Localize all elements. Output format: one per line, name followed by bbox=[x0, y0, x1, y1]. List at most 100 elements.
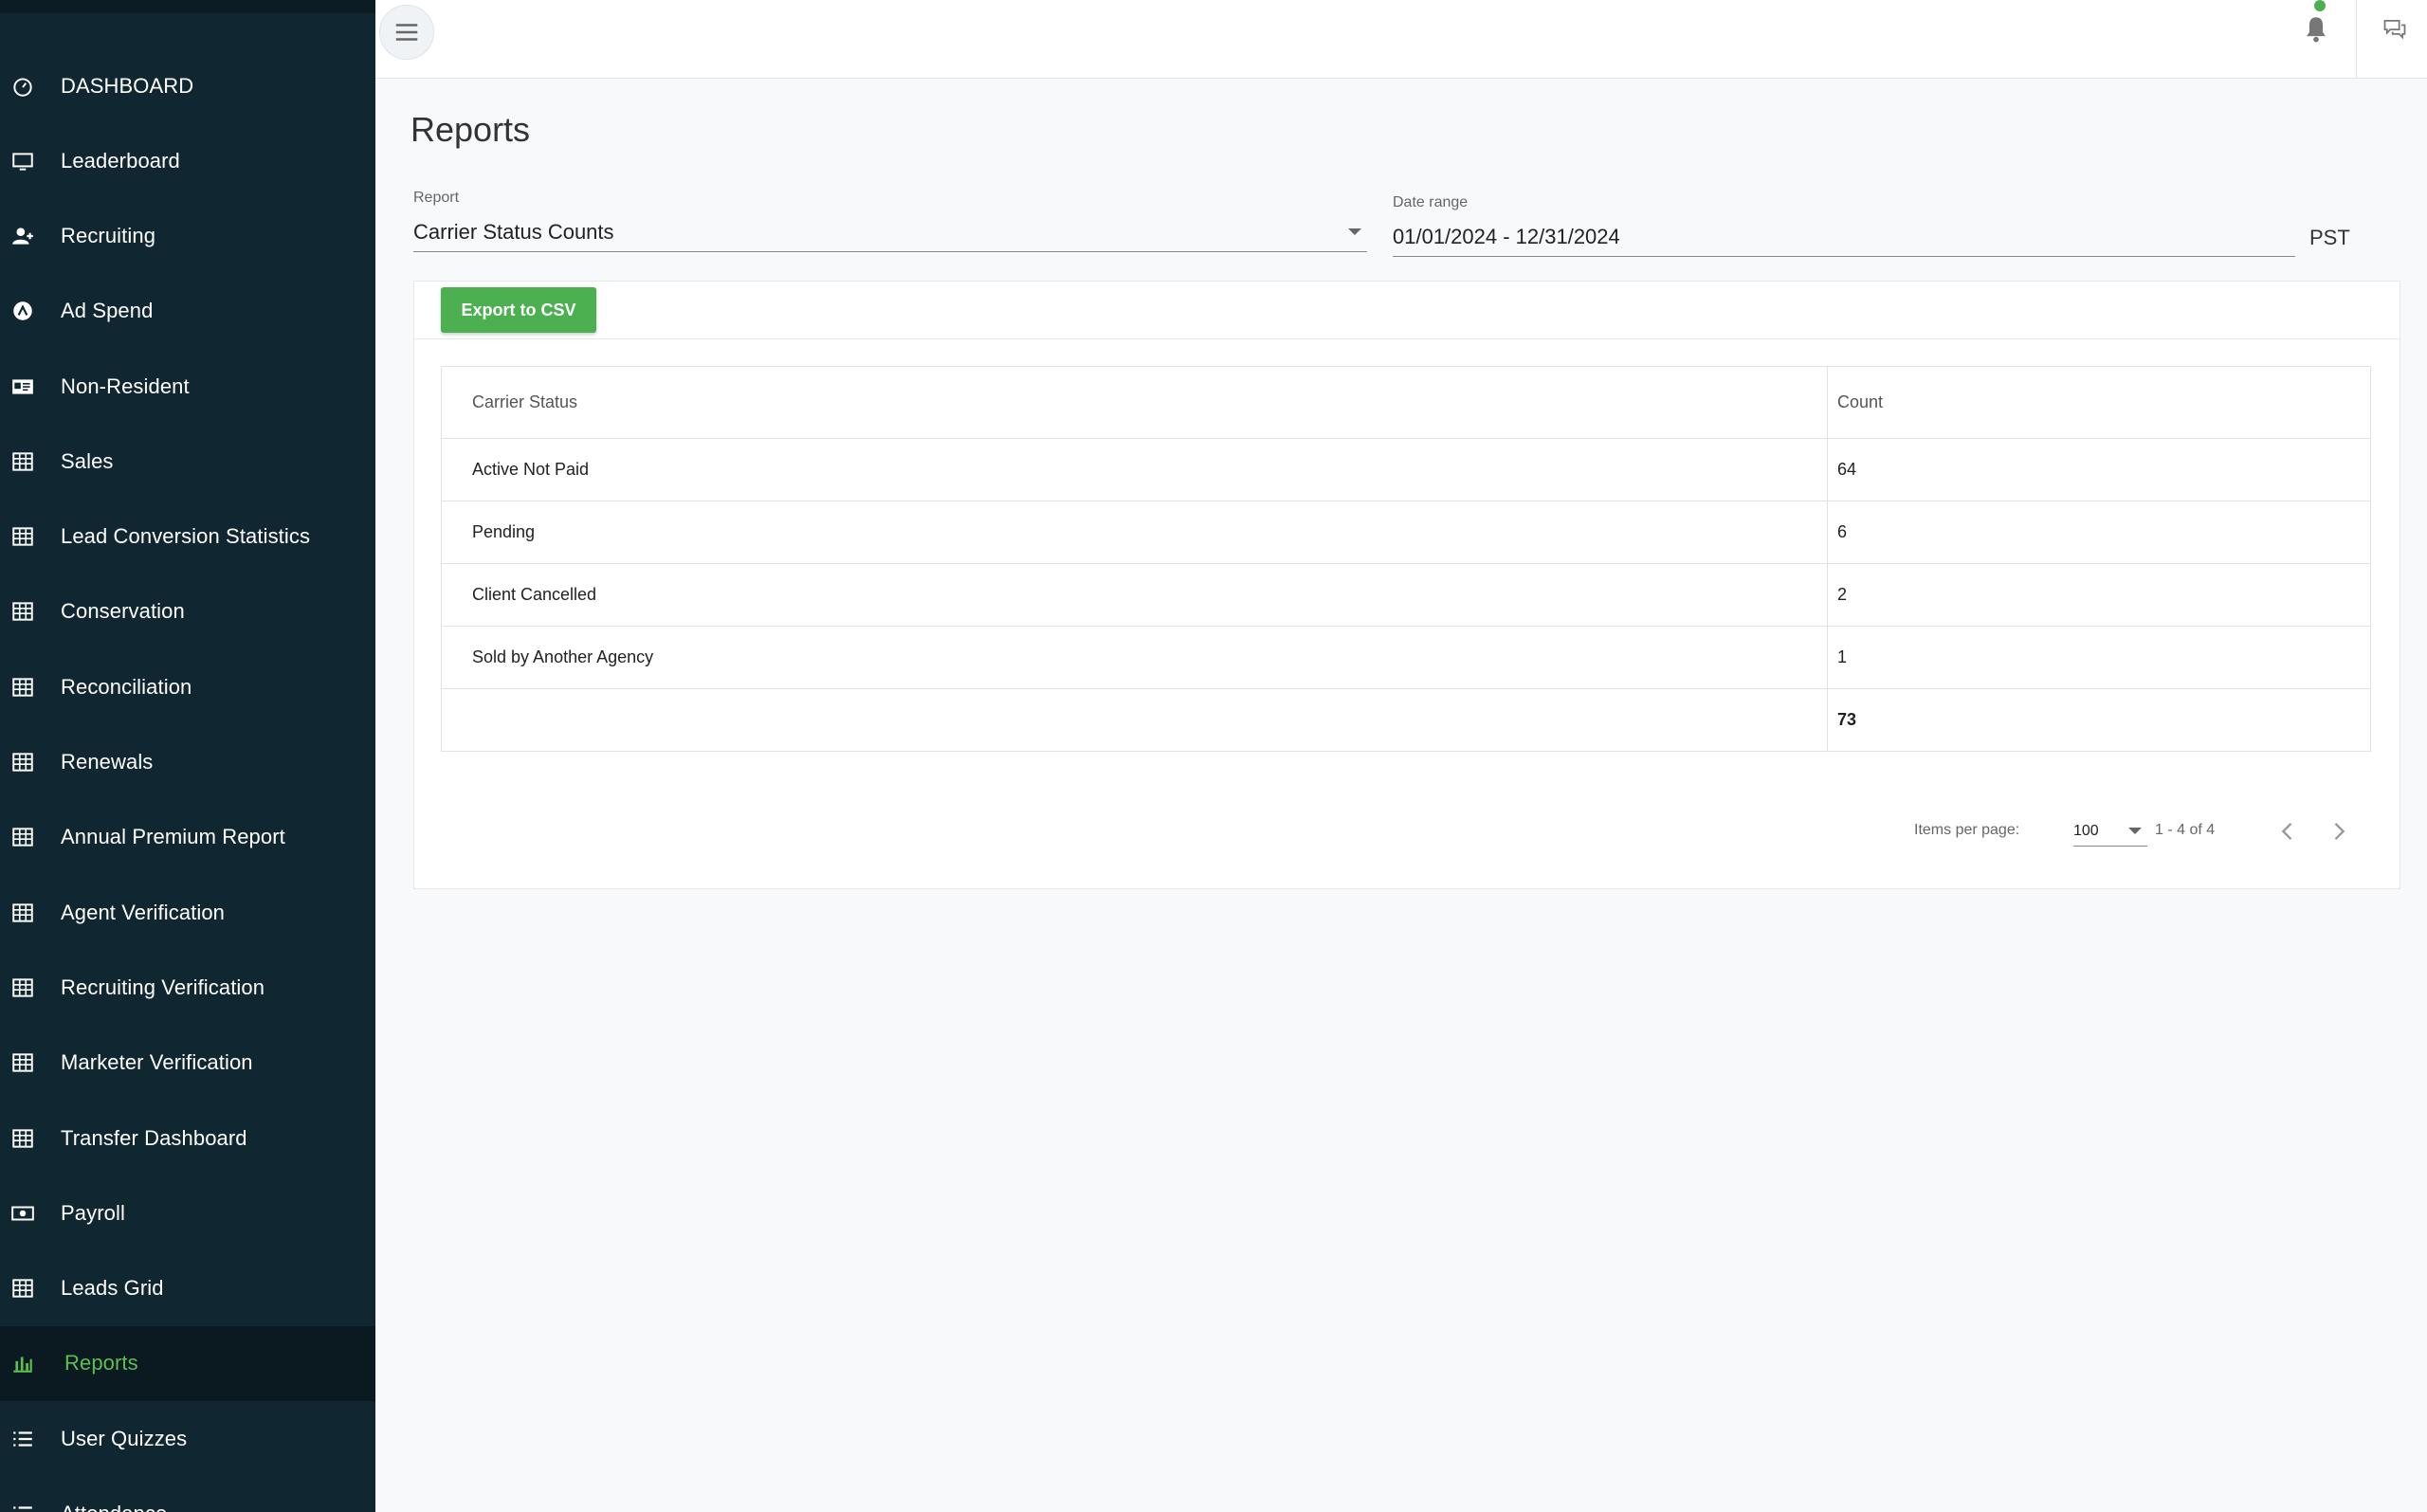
sidebar-item-recruiting[interactable]: Recruiting bbox=[0, 198, 375, 273]
sidebar-item-label: Recruiting Verification bbox=[61, 975, 265, 999]
bell-icon[interactable] bbox=[2300, 13, 2332, 46]
sidebar-nav: DASHBOARD Leaderboard Recruiting Ad Spen… bbox=[0, 49, 375, 1512]
sidebar-item-label: Conservation bbox=[61, 599, 185, 624]
table-icon bbox=[9, 523, 36, 550]
sidebar-item-label: Reports bbox=[64, 1351, 138, 1375]
cell-status: Pending bbox=[441, 501, 1828, 564]
date-range-label: Date range bbox=[1393, 194, 1469, 210]
list-icon bbox=[9, 1501, 36, 1512]
notification-status-dot bbox=[2314, 0, 2326, 11]
table-icon bbox=[9, 448, 36, 475]
sidebar-item-label: Leads Grid bbox=[61, 1276, 164, 1301]
table-row: Client Cancelled 2 bbox=[441, 563, 2371, 627]
page-title: Reports bbox=[411, 110, 531, 149]
table-header-row: Carrier Status Count bbox=[441, 366, 2371, 439]
sidebar-item-attendance[interactable]: Attendance bbox=[0, 1476, 375, 1512]
dropdown-caret-icon bbox=[1348, 228, 1361, 235]
sidebar-item-marketer-verification[interactable]: Marketer Verification bbox=[0, 1026, 375, 1101]
cell-total-count: 73 bbox=[1827, 688, 2371, 752]
chevron-right-icon[interactable] bbox=[2326, 818, 2352, 845]
money-icon bbox=[9, 1200, 36, 1227]
cell-total-label bbox=[441, 688, 1828, 752]
speedometer-icon bbox=[9, 73, 36, 100]
cell-count: 64 bbox=[1827, 438, 2371, 501]
table-row: Active Not Paid 64 bbox=[441, 438, 2371, 501]
items-per-page-select[interactable]: 100 bbox=[2073, 816, 2147, 847]
sidebar-item-label: Non-Resident bbox=[61, 373, 190, 398]
carrier-status-table: Carrier Status Count Active Not Paid 64 … bbox=[441, 366, 2371, 752]
report-select[interactable]: Carrier Status Counts bbox=[413, 212, 1367, 252]
column-header-carrier-status[interactable]: Carrier Status bbox=[441, 366, 1828, 439]
top-bar bbox=[375, 0, 2427, 79]
sidebar-item-reconciliation[interactable]: Reconciliation bbox=[0, 649, 375, 724]
user-plus-icon bbox=[9, 223, 36, 249]
items-per-page-label: Items per page: bbox=[1914, 822, 2020, 838]
sidebar-item-leaderboard[interactable]: Leaderboard bbox=[0, 123, 375, 198]
cell-count: 2 bbox=[1827, 563, 2371, 627]
sidebar-item-ad-spend[interactable]: Ad Spend bbox=[0, 274, 375, 349]
sidebar-item-label: DASHBOARD bbox=[61, 74, 194, 98]
export-csv-button[interactable]: Export to CSV bbox=[441, 287, 596, 333]
sidebar-item-label: Sales bbox=[61, 448, 114, 473]
table-total-row: 73 bbox=[441, 688, 2371, 752]
date-range-input[interactable]: 01/01/2024 - 12/31/2024 bbox=[1393, 217, 2295, 257]
items-per-page-value: 100 bbox=[2073, 822, 2099, 839]
table-row: Sold by Another Agency 1 bbox=[441, 626, 2371, 689]
sidebar-item-label: User Quizzes bbox=[61, 1426, 188, 1450]
sidebar-item-lead-conversion-statistics[interactable]: Lead Conversion Statistics bbox=[0, 499, 375, 574]
table-icon bbox=[9, 824, 36, 850]
sidebar-item-label: Ad Spend bbox=[61, 299, 154, 323]
sidebar-item-sales[interactable]: Sales bbox=[0, 424, 375, 499]
cell-status: Client Cancelled bbox=[441, 563, 1828, 627]
sidebar-item-label: Payroll bbox=[61, 1200, 125, 1225]
date-range-field: Date range 01/01/2024 - 12/31/2024 bbox=[1393, 194, 2295, 257]
sidebar-item-user-quizzes[interactable]: User Quizzes bbox=[0, 1401, 375, 1476]
report-label: Report bbox=[413, 190, 460, 206]
sidebar-item-agent-verification[interactable]: Agent Verification bbox=[0, 875, 375, 950]
chat-icon[interactable] bbox=[2381, 15, 2408, 42]
hamburger-icon bbox=[395, 24, 418, 41]
sidebar-item-renewals[interactable]: Renewals bbox=[0, 724, 375, 799]
sidebar-item-reports[interactable]: Reports bbox=[0, 1325, 375, 1402]
sidebar-item-label: Renewals bbox=[61, 750, 154, 774]
sidebar-item-transfer-dashboard[interactable]: Transfer Dashboard bbox=[0, 1101, 375, 1175]
sidebar-item-leads-grid[interactable]: Leads Grid bbox=[0, 1250, 375, 1325]
sidebar-item-label: Recruiting bbox=[61, 223, 156, 247]
report-select-value: Carrier Status Counts bbox=[413, 219, 614, 244]
sidebar-item-non-resident[interactable]: Non-Resident bbox=[0, 349, 375, 424]
sidebar-item-label: Attendance bbox=[61, 1502, 167, 1512]
cell-status: Active Not Paid bbox=[441, 438, 1828, 501]
sidebar-item-conservation[interactable]: Conservation bbox=[0, 574, 375, 649]
sidebar-top-strip bbox=[0, 0, 375, 13]
table-icon bbox=[9, 674, 36, 701]
cell-count: 1 bbox=[1827, 626, 2371, 689]
sidebar-item-annual-premium-report[interactable]: Annual Premium Report bbox=[0, 800, 375, 875]
main-content: Reports Report Carrier Status Counts Dat… bbox=[375, 80, 2427, 1512]
timezone-label: PST bbox=[2309, 226, 2350, 249]
chevron-left-icon[interactable] bbox=[2274, 818, 2301, 845]
table-icon bbox=[9, 749, 36, 775]
sidebar-item-label: Transfer Dashboard bbox=[61, 1125, 247, 1150]
cell-status: Sold by Another Agency bbox=[441, 626, 1828, 689]
sidebar-item-label: Leaderboard bbox=[61, 148, 180, 173]
table-icon bbox=[9, 900, 36, 926]
list-icon bbox=[9, 1426, 36, 1452]
sidebar-item-dashboard[interactable]: DASHBOARD bbox=[0, 49, 375, 123]
column-header-count[interactable]: Count bbox=[1827, 366, 2371, 439]
sidebar-item-label: Agent Verification bbox=[61, 900, 226, 924]
table-icon bbox=[9, 1125, 36, 1152]
menu-toggle-button[interactable] bbox=[379, 5, 434, 60]
cell-count: 6 bbox=[1827, 501, 2371, 564]
sidebar-item-recruiting-verification[interactable]: Recruiting Verification bbox=[0, 950, 375, 1025]
page-range-label: 1 - 4 of 4 bbox=[2155, 822, 2216, 838]
table-icon bbox=[9, 1049, 36, 1076]
report-card: Export to CSV Carrier Status Count Activ… bbox=[413, 281, 2400, 889]
sidebar-item-label: Lead Conversion Statistics bbox=[61, 524, 311, 549]
table-icon bbox=[9, 1275, 36, 1302]
ad-icon bbox=[9, 298, 36, 324]
table-row: Pending 6 bbox=[441, 501, 2371, 564]
id-card-icon bbox=[9, 373, 36, 400]
card-toolbar: Export to CSV bbox=[414, 282, 2400, 339]
sidebar-item-payroll[interactable]: Payroll bbox=[0, 1175, 375, 1250]
monitor-icon bbox=[9, 148, 36, 174]
